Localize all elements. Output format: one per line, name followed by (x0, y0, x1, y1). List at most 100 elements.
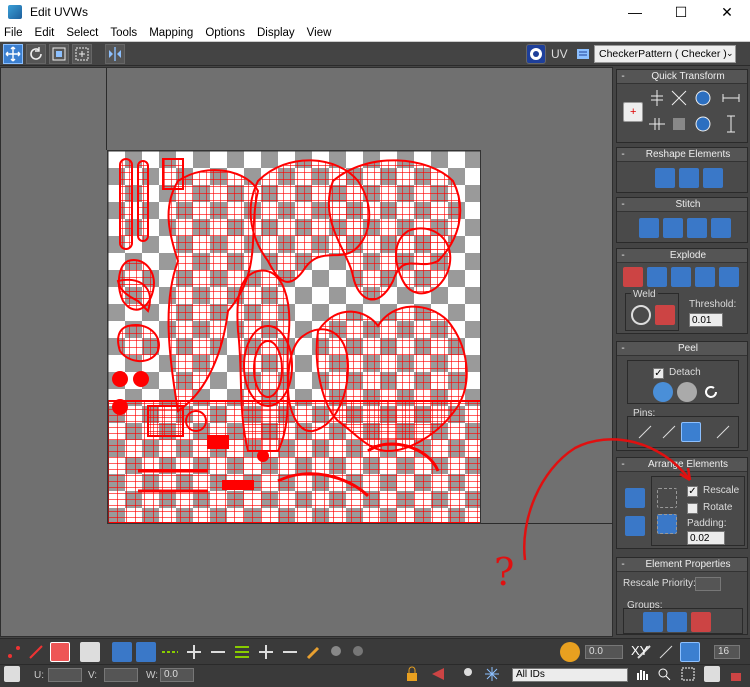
bulb-icon[interactable] (460, 666, 476, 682)
minimize-button[interactable]: — (612, 0, 658, 24)
rotate-plus-90-icon[interactable] (693, 88, 713, 108)
menu-select[interactable]: Select (66, 27, 98, 39)
reshape-header[interactable]: - Reshape Elements (617, 148, 747, 162)
flatten-by-smoothing-icon[interactable] (671, 267, 691, 287)
straighten-selection-icon[interactable] (655, 168, 675, 188)
pan-hand-icon[interactable] (634, 666, 650, 682)
weld-selected-icon[interactable] (631, 305, 651, 325)
explode-header[interactable]: - Explode (617, 249, 747, 263)
minus-shrink-icon[interactable] (208, 642, 228, 662)
v-input[interactable] (104, 668, 138, 682)
rescale-checkbox[interactable]: ✓ (687, 486, 698, 497)
reset-peel-icon[interactable] (701, 382, 721, 402)
pack-normalize-icon[interactable] (625, 488, 645, 508)
close-button[interactable]: ✕ (704, 0, 750, 24)
stitch-settings-icon[interactable] (711, 218, 731, 238)
ungroup-selected-icon[interactable] (667, 612, 687, 632)
uv-viewport[interactable] (0, 67, 614, 637)
quick-transform-header[interactable]: - Quick Transform (617, 70, 747, 84)
loop-icon[interactable] (160, 642, 180, 662)
zoom-icon[interactable] (656, 666, 672, 682)
menu-edit[interactable]: Edit (35, 27, 55, 39)
menu-options[interactable]: Options (205, 27, 245, 39)
lock-icon[interactable] (404, 666, 420, 682)
weld-all-icon[interactable] (655, 305, 675, 325)
flatten-by-material-icon[interactable] (695, 267, 715, 287)
minus-ring-icon[interactable] (280, 642, 300, 662)
select-pins-icon[interactable] (713, 422, 733, 442)
uv-space-label[interactable]: UV (551, 47, 568, 61)
pack-custom-icon[interactable] (657, 488, 677, 508)
uv-islands[interactable] (108, 151, 481, 524)
relax-icon[interactable] (679, 168, 699, 188)
plus-grow-icon[interactable] (184, 642, 204, 662)
u-input[interactable] (48, 668, 82, 682)
paint-shrink-icon[interactable] (348, 642, 368, 662)
paint-select-icon[interactable] (304, 642, 324, 662)
shrink-selection-icon[interactable] (136, 642, 156, 662)
menu-file[interactable]: File (4, 27, 23, 39)
menu-mapping[interactable]: Mapping (149, 27, 193, 39)
relax-settings-icon[interactable] (703, 168, 723, 188)
peel-mode-icon[interactable] (677, 382, 697, 402)
menu-tools[interactable]: Tools (110, 27, 137, 39)
rotate-checkbox[interactable] (687, 503, 698, 514)
mirror-tool-button[interactable] (105, 44, 125, 64)
space-horizontal-icon[interactable] (721, 88, 741, 108)
edge-mode-icon[interactable] (26, 642, 46, 662)
move-tool-button[interactable] (3, 44, 23, 64)
stitch-source-icon[interactable] (639, 218, 659, 238)
element-properties-header[interactable]: - Element Properties (617, 558, 747, 572)
space-vertical-icon[interactable] (721, 114, 741, 134)
vertex-mode-icon[interactable] (4, 642, 24, 662)
align-diagonal-icon[interactable] (669, 88, 689, 108)
polygon-mode-icon[interactable] (50, 642, 70, 662)
stitch-average-icon[interactable] (687, 218, 707, 238)
maximize-button[interactable]: ☐ (658, 0, 704, 24)
ring-icon[interactable] (232, 642, 252, 662)
padlock-icon[interactable] (728, 666, 744, 682)
grid-snap-icon[interactable] (680, 642, 700, 662)
element-mode-icon[interactable] (80, 642, 100, 662)
zoom-region-icon[interactable] (680, 666, 696, 682)
pack-recursive-icon[interactable] (657, 514, 677, 534)
xy-label[interactable]: XY (631, 643, 648, 658)
quick-peel-icon[interactable] (653, 382, 673, 402)
soft-selection-icon[interactable] (560, 642, 580, 662)
paint-grow-icon[interactable] (326, 642, 346, 662)
sun-icon[interactable] (656, 642, 676, 662)
pin-tool-icon[interactable] (635, 422, 655, 442)
group-delete-icon[interactable] (691, 612, 711, 632)
threshold-input[interactable]: 0.01 (689, 313, 723, 327)
flatten-settings-icon[interactable] (719, 267, 739, 287)
arrange-header[interactable]: - Arrange Elements (617, 458, 747, 472)
w-input[interactable]: 0.0 (160, 668, 194, 682)
pack-together-icon[interactable] (625, 516, 645, 536)
group-selected-icon[interactable] (643, 612, 663, 632)
material-id-select[interactable]: All IDs (512, 668, 628, 682)
auto-pin-icon[interactable] (681, 422, 701, 442)
stitch-header[interactable]: - Stitch (617, 198, 747, 212)
options-icon-button[interactable] (573, 44, 591, 64)
align-horizontal-icon[interactable] (647, 88, 667, 108)
rotate-tool-button[interactable] (26, 44, 46, 64)
break-icon[interactable] (623, 267, 643, 287)
align-pivot-button[interactable]: + (623, 102, 643, 122)
texture-select[interactable]: CheckerPattern ( Checker ) (594, 45, 736, 63)
menu-view[interactable]: View (307, 27, 332, 39)
menu-display[interactable]: Display (257, 27, 295, 39)
rescale-priority-input[interactable] (695, 577, 721, 591)
padding-input[interactable]: 0.02 (687, 531, 725, 545)
stitch-target-icon[interactable] (663, 218, 683, 238)
freeze-icon[interactable] (484, 666, 500, 682)
uv-checker-square[interactable] (107, 150, 481, 524)
show-map-button[interactable] (526, 44, 546, 64)
rotate-minus-90-icon[interactable] (693, 114, 713, 134)
freeform-tool-button[interactable] (72, 44, 92, 64)
straighten-icon[interactable] (669, 114, 689, 134)
plus-ring-icon[interactable] (256, 642, 276, 662)
angle-input[interactable]: 0.0 (585, 645, 623, 659)
grow-selection-icon[interactable] (112, 642, 132, 662)
absolute-mode-icon[interactable] (4, 666, 20, 682)
hide-icon[interactable] (430, 666, 446, 682)
